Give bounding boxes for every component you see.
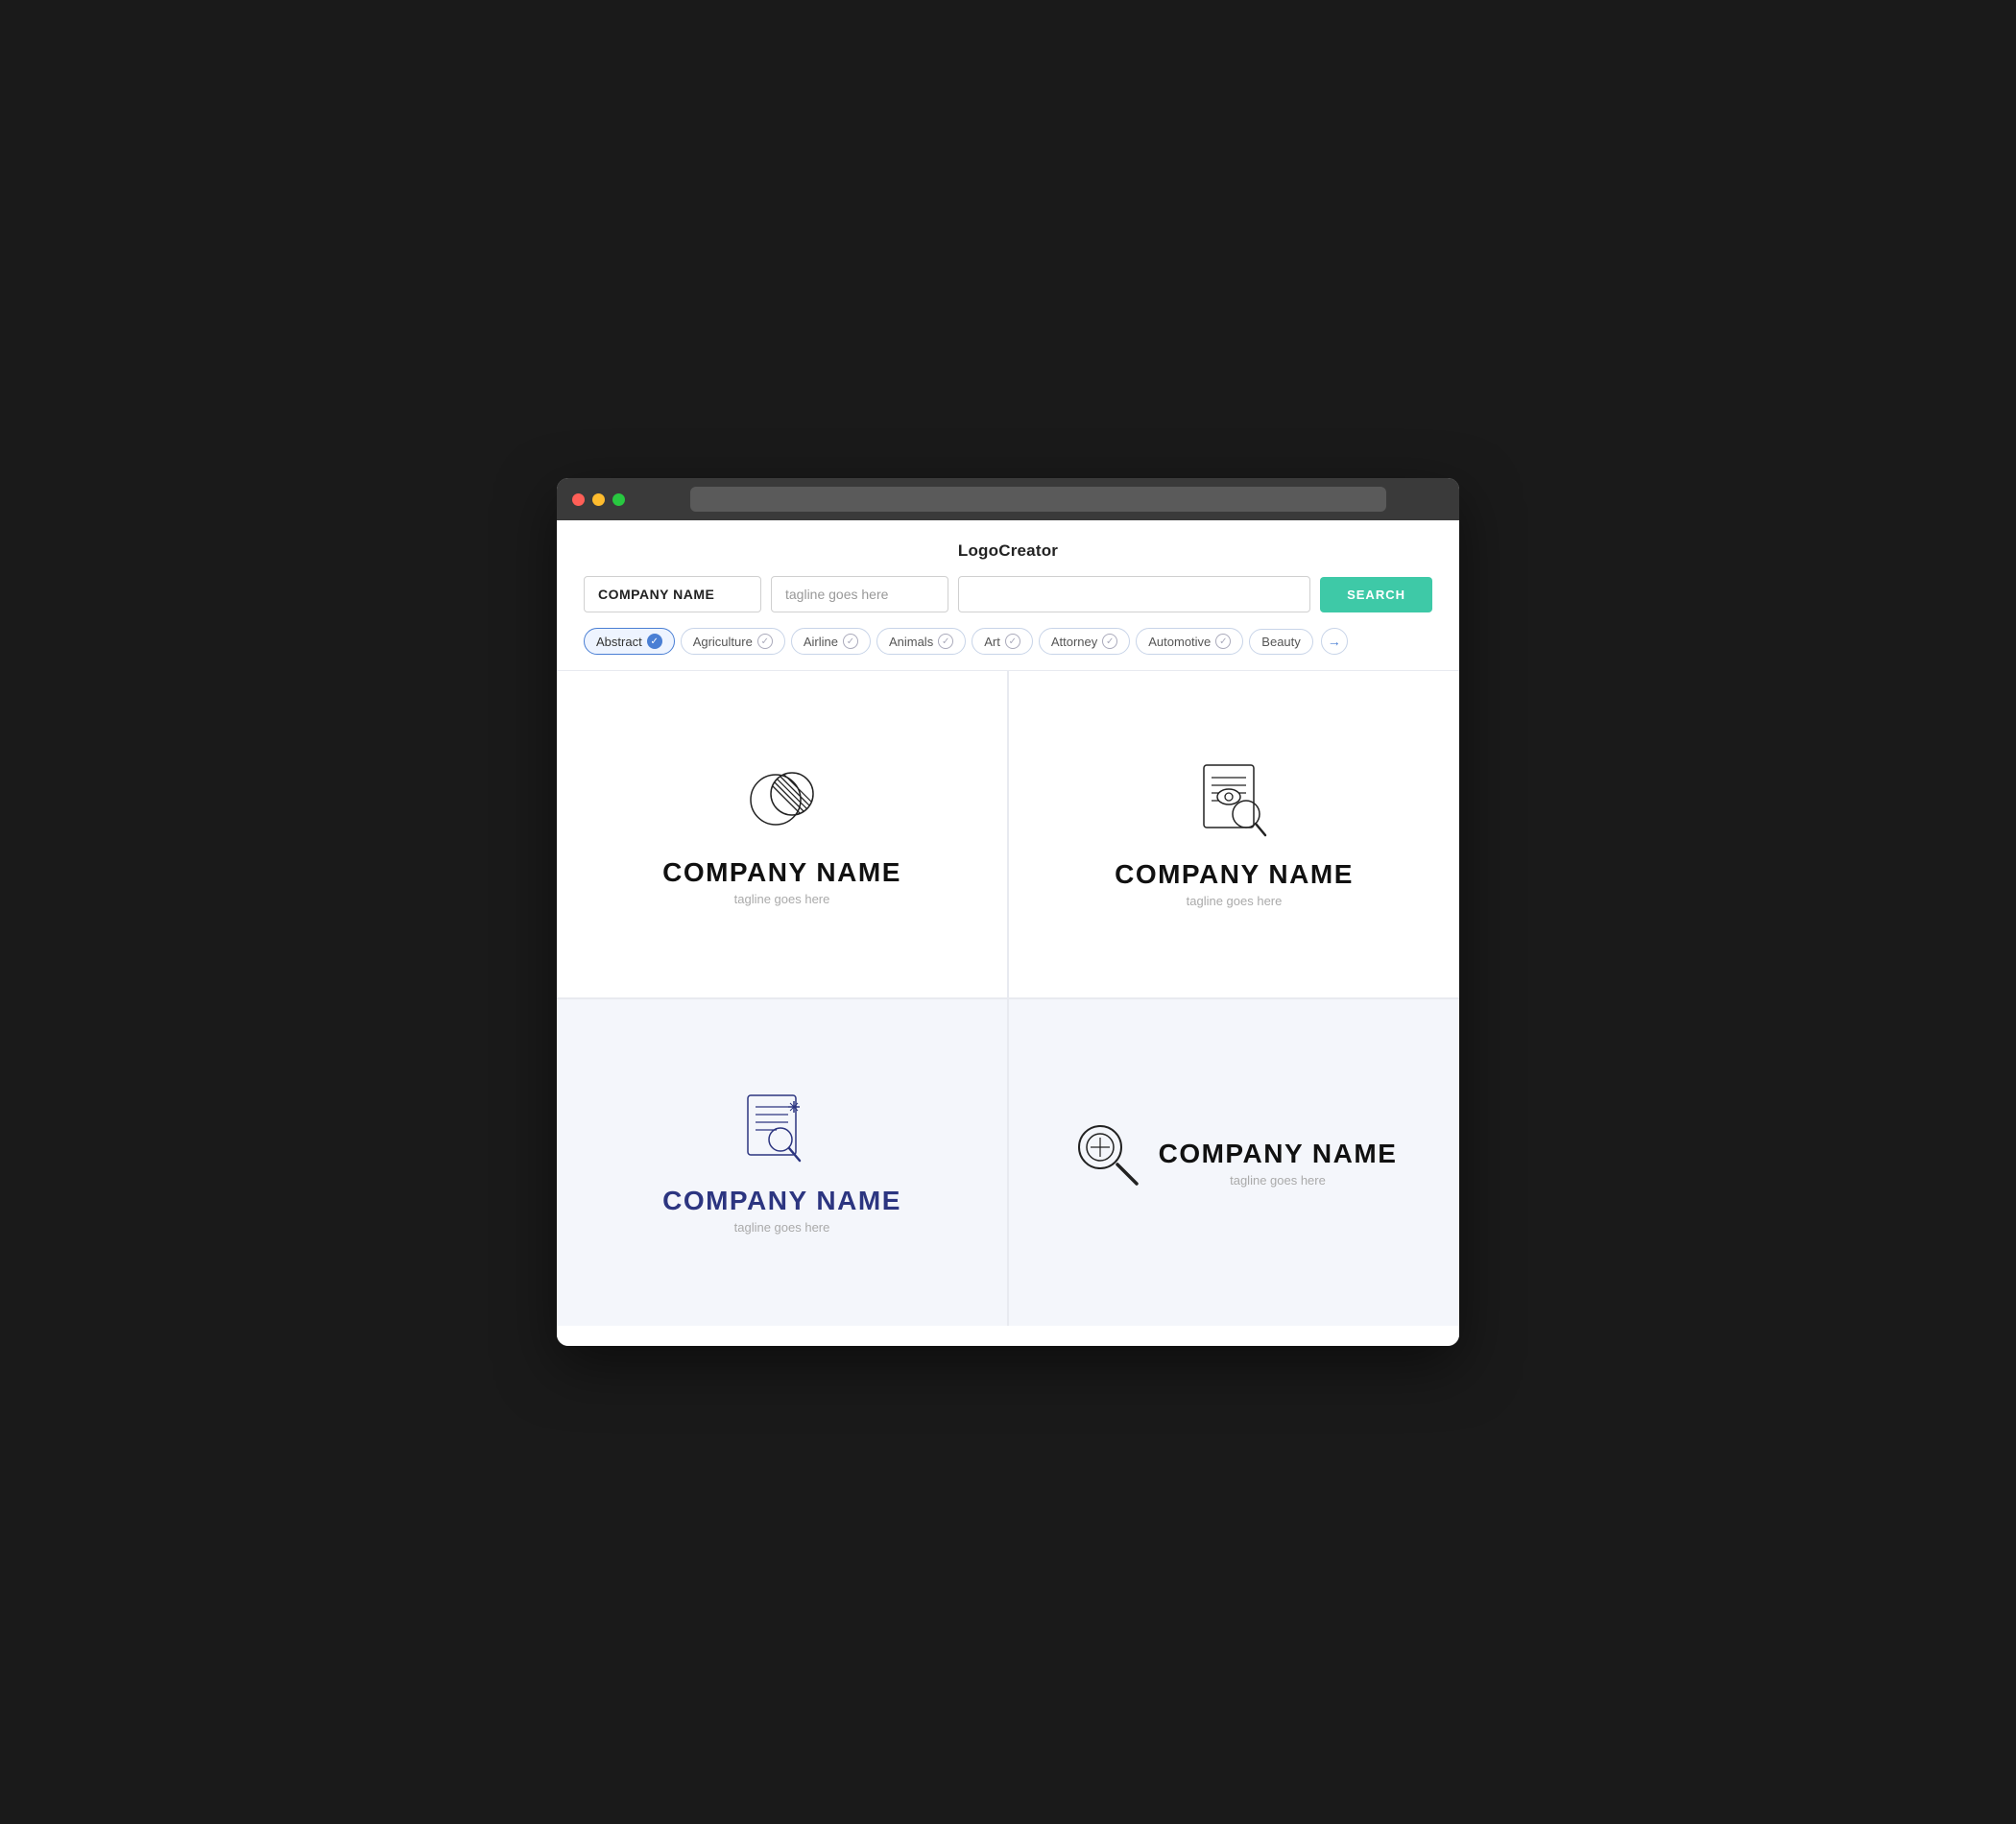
logo-card-1[interactable]: COMPANY NAME tagline goes here [557,671,1007,997]
check-icon-automotive: ✓ [1215,634,1231,649]
maximize-button[interactable] [612,493,625,506]
category-tag-agriculture[interactable]: Agriculture ✓ [681,628,785,655]
category-tag-art[interactable]: Art ✓ [972,628,1033,655]
check-icon-airline: ✓ [843,634,858,649]
category-bar: Abstract ✓ Agriculture ✓ Airline ✓ Anima… [557,628,1459,670]
titlebar [557,478,1459,520]
category-label: Art [984,635,1000,649]
tagline-input[interactable] [771,576,948,612]
logo-inline-4: COMPANY NAME tagline goes here [1071,1118,1398,1208]
logo-card-3[interactable]: COMPANY NAME tagline goes here [557,999,1007,1326]
check-icon-art: ✓ [1005,634,1020,649]
logo-card-4[interactable]: COMPANY NAME tagline goes here [1009,999,1459,1326]
search-button[interactable]: SEARCH [1320,577,1432,612]
app-title: LogoCreator [557,520,1459,576]
app-window: LogoCreator SEARCH Abstract ✓ Agricultur… [557,478,1459,1346]
check-icon-abstract: ✓ [647,634,662,649]
logo-tagline-4: tagline goes here [1159,1173,1398,1188]
logo-tagline-3: tagline goes here [734,1220,830,1235]
logo-icon-4 [1071,1118,1143,1190]
logo-company-name-4: COMPANY NAME [1159,1139,1398,1169]
logo-text-block-4: COMPANY NAME tagline goes here [1159,1139,1398,1188]
logo-icon-2 [1187,760,1283,842]
category-label: Beauty [1261,635,1300,649]
check-icon-attorney: ✓ [1102,634,1117,649]
address-bar[interactable] [690,487,1386,512]
category-label: Airline [804,635,838,649]
logo-icon-3 [736,1092,828,1168]
category-label: Agriculture [693,635,753,649]
category-label: Attorney [1051,635,1097,649]
logo-icon-1 [739,763,826,840]
close-button[interactable] [572,493,585,506]
category-label: Abstract [596,635,642,649]
logo-tagline-1: tagline goes here [734,892,830,906]
app-content: LogoCreator SEARCH Abstract ✓ Agricultur… [557,520,1459,1346]
logo-company-name-2: COMPANY NAME [1115,859,1354,890]
logo-grid: COMPANY NAME tagline goes here [557,670,1459,1326]
category-label: Animals [889,635,933,649]
category-tag-automotive[interactable]: Automotive ✓ [1136,628,1243,655]
check-icon-animals: ✓ [938,634,953,649]
category-tag-beauty[interactable]: Beauty [1249,629,1312,655]
logo-company-name-1: COMPANY NAME [662,857,901,888]
logo-tagline-2: tagline goes here [1187,894,1283,908]
check-icon-agriculture: ✓ [757,634,773,649]
logo-card-2[interactable]: COMPANY NAME tagline goes here [1009,671,1459,997]
logo-company-name-3: COMPANY NAME [662,1186,901,1216]
category-label: Automotive [1148,635,1211,649]
company-name-input[interactable] [584,576,761,612]
category-tag-airline[interactable]: Airline ✓ [791,628,871,655]
search-bar: SEARCH [557,576,1459,628]
category-tag-attorney[interactable]: Attorney ✓ [1039,628,1130,655]
minimize-button[interactable] [592,493,605,506]
keyword-input[interactable] [958,576,1310,612]
categories-next-button[interactable]: → [1321,628,1348,655]
category-tag-animals[interactable]: Animals ✓ [876,628,966,655]
category-tag-abstract[interactable]: Abstract ✓ [584,628,675,655]
